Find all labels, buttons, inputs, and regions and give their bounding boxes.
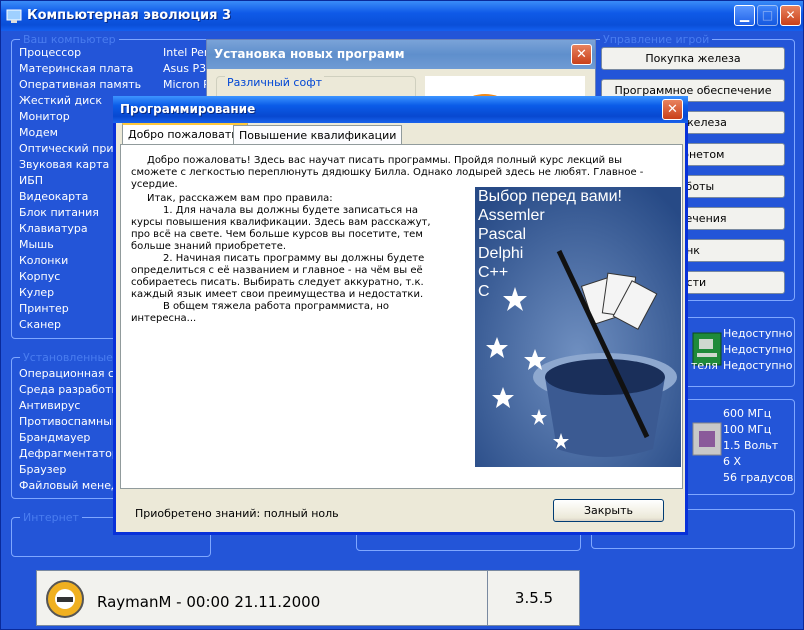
promo-lang-cpp: C++ [478, 264, 509, 281]
software-label: Антивирус [19, 399, 81, 412]
rules-outro: В общем тяжела работа программиста, но и… [131, 301, 389, 324]
hardware-label: Видеокарта [19, 190, 89, 203]
welcome-paragraph: Добро пожаловать! Здесь вас научат писат… [131, 155, 644, 190]
logo-icon [46, 580, 84, 618]
promo-headline: Выбор перед вами! [478, 188, 622, 205]
promo-lang-pascal: Pascal [478, 226, 527, 243]
hardware-value: Micron P [163, 78, 210, 91]
rule-1: 1. Для начала вы должны будете записатьс… [131, 205, 431, 252]
promo-lang-delphi: Delphi [478, 245, 524, 262]
maximize-button[interactable]: □ [757, 5, 778, 26]
cpu-spec: 6 X [723, 455, 742, 468]
tab-welcome[interactable]: Добро пожаловать! [122, 123, 249, 145]
welcome-text: Добро пожаловать! Здесь вас научат писат… [131, 155, 671, 191]
computer-group-legend: Ваш компьютер [20, 33, 119, 46]
hardware-label: Корпус [19, 270, 61, 283]
hardware-label: Оптический приво [19, 142, 127, 155]
hardware-label: Монитор [19, 110, 70, 123]
rules-intro: Итак, расскажем вам про правила: [147, 193, 333, 204]
hardware-label: Колонки [19, 254, 69, 267]
cpu-spec: 56 градусов [723, 471, 794, 484]
software-label: Среда разработки [19, 383, 126, 396]
game-control-legend: Управление игрой [600, 33, 713, 46]
install-dialog-close-icon[interactable]: ✕ [571, 44, 592, 65]
game-menu-button[interactable]: Покупка железа [601, 47, 785, 70]
programming-dialog-title: Программирование [120, 102, 256, 116]
rule-2: 2. Начиная писать программу вы должны бу… [131, 253, 425, 300]
hardware-label: Кулер [19, 286, 55, 299]
hardware-label: Оперативная память [19, 78, 142, 91]
language-choice-image: Выбор перед вами! Assemler Pascal Delphi… [475, 187, 681, 467]
hardware-label: Жесткий диск [19, 94, 102, 107]
minimize-button[interactable]: ▁ [734, 5, 755, 26]
software-label: Операционная си [19, 367, 122, 380]
status-bar: RaymanM - 00:00 21.11.2000 3.5.5 [36, 570, 580, 626]
hardware-label: Процессор [19, 46, 82, 59]
knowledge-status: Приобретено знаний: полный ноль [135, 507, 339, 520]
promo-lang-assembler: Assemler [478, 207, 545, 224]
internet-group-legend: Интернет [20, 511, 82, 524]
promo-lang-c: C [478, 283, 490, 300]
cpu-spec: 600 МГц [723, 407, 772, 420]
hardware-label: Звуковая карта [19, 158, 110, 171]
hardware-label: Принтер [19, 302, 69, 315]
close-button[interactable]: ✕ [780, 5, 801, 26]
software-label: Противоспамный [19, 415, 120, 428]
tab-skill-upgrade[interactable]: Повышение квалификации [233, 125, 403, 145]
welcome-tab-panel: Добро пожаловать! Здесь вас научат писат… [120, 144, 683, 489]
rules-text: Итак, расскажем вам про правила: 1. Для … [131, 193, 451, 325]
cpu-spec: 100 МГц [723, 423, 772, 436]
component-status: Недоступно [723, 327, 793, 340]
hardware-label: Мышь [19, 238, 54, 251]
component-status: Недоступно [723, 343, 793, 356]
install-dialog-titlebar[interactable]: Установка новых программ ✕ [207, 40, 595, 69]
window-title: Компьютерная эволюция 3 [27, 8, 231, 23]
programming-dialog-titlebar[interactable]: Программирование ✕ [113, 96, 688, 123]
programming-dialog-close-icon[interactable]: ✕ [662, 99, 683, 120]
install-dialog-title: Установка новых программ [214, 47, 405, 61]
hardware-label: ИБП [19, 174, 44, 187]
close-dialog-button[interactable]: Закрыть [553, 499, 664, 522]
hardware-label: Клавиатура [19, 222, 88, 235]
hardware-label: Блок питания [19, 206, 99, 219]
hardware-label: Модем [19, 126, 58, 139]
hardware-label: Материнская плата [19, 62, 134, 75]
component-status: Недоступно [723, 359, 793, 372]
app-icon [6, 9, 22, 23]
status-label-fragment: теля [691, 359, 718, 372]
user-datetime: RaymanM - 00:00 21.11.2000 [97, 593, 321, 611]
hardware-label: Сканер [19, 318, 62, 331]
version-label: 3.5.5 [487, 571, 580, 625]
software-label: Брандмауер [19, 431, 91, 444]
main-titlebar[interactable]: Компьютерная эволюция 3 ▁ □ ✕ [1, 1, 803, 31]
software-groupbox-label: Различный софт [225, 76, 325, 89]
cpu-spec: 1.5 Вольт [723, 439, 779, 452]
promo-text: Выбор перед вами! Assemler Pascal Delphi… [478, 187, 622, 301]
programming-dialog: Программирование ✕ Добро пожаловать! Пов… [113, 96, 688, 535]
hardware-value: Intel Per [163, 46, 209, 59]
cpu-icon [692, 422, 722, 456]
software-label: Браузер [19, 463, 67, 476]
